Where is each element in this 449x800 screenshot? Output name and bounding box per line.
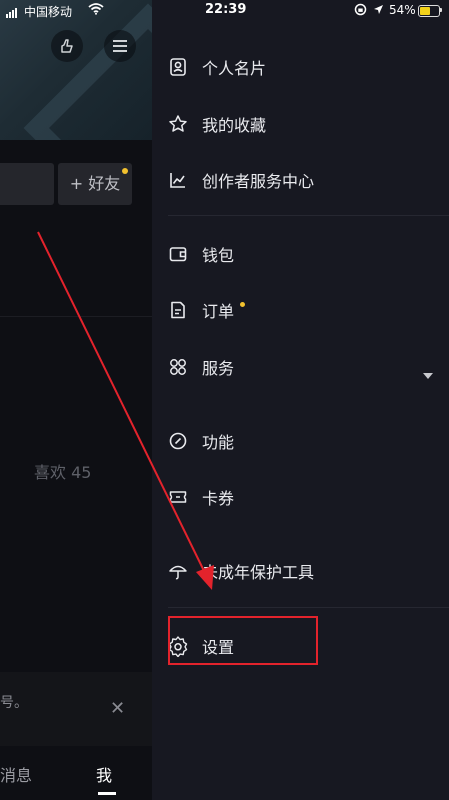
notice-text: 号。 bbox=[0, 695, 28, 711]
carrier-label: 中国移动 bbox=[24, 5, 73, 19]
menu-item-creator-center[interactable]: 创作者服务中心 bbox=[152, 160, 449, 200]
hand-icon bbox=[61, 39, 73, 53]
menu-label: 我的收藏 bbox=[202, 116, 267, 135]
menu-item-favorites[interactable]: 我的收藏 bbox=[152, 104, 449, 144]
menu-item-orders[interactable]: 订单 bbox=[152, 290, 449, 330]
add-friend-button[interactable]: + 好友 bbox=[58, 163, 132, 205]
battery-percent: 54% bbox=[389, 3, 416, 17]
menu-label: 卡券 bbox=[202, 489, 235, 508]
clock: 22:39 bbox=[205, 2, 247, 17]
link-icon bbox=[166, 429, 190, 453]
menu-label: 创作者服务中心 bbox=[202, 172, 315, 191]
menu-label: 个人名片 bbox=[202, 59, 267, 78]
edit-profile-button[interactable] bbox=[0, 163, 54, 205]
wallet-icon bbox=[166, 242, 190, 266]
close-icon[interactable]: ✕ bbox=[110, 700, 125, 718]
profile-page-background: + 好友 喜欢 45 号。 ✕ 消息 我 bbox=[0, 0, 152, 800]
orders-badge-dot bbox=[240, 302, 245, 307]
menu-label: 订单 bbox=[202, 302, 235, 321]
menu-item-services[interactable]: 服务 bbox=[152, 347, 449, 387]
friend-badge-dot bbox=[122, 168, 128, 174]
hamburger-icon bbox=[113, 40, 127, 52]
menu-divider bbox=[168, 215, 449, 216]
orientation-lock-icon bbox=[354, 3, 367, 19]
menu-label: 未成年保护工具 bbox=[202, 563, 315, 582]
menu-item-features[interactable]: 功能 bbox=[152, 421, 449, 461]
document-icon bbox=[166, 298, 190, 322]
chart-line-icon bbox=[166, 168, 190, 192]
side-drawer: 个人名片 我的收藏 创作者服务中心 钱包 订单 服务 功能 卡券 未成年保护工具… bbox=[152, 0, 449, 800]
battery-level bbox=[420, 7, 430, 15]
ticket-icon bbox=[166, 485, 190, 509]
active-tab-indicator bbox=[98, 792, 116, 795]
battery-cap bbox=[440, 8, 442, 12]
tab-me[interactable]: 我 bbox=[96, 762, 112, 786]
menu-item-profile-card[interactable]: 个人名片 bbox=[152, 47, 449, 87]
grid-icon bbox=[166, 355, 190, 379]
battery-icon bbox=[418, 5, 440, 17]
status-bar: 中国移动 22:39 54% bbox=[0, 0, 449, 22]
tab-messages[interactable]: 消息 bbox=[0, 762, 32, 786]
umbrella-icon bbox=[166, 559, 190, 583]
menu-label: 服务 bbox=[202, 359, 235, 378]
hand-icon-button[interactable] bbox=[51, 30, 83, 62]
screen: 中国移动 22:39 54% + 好友 喜欢 45 号。 ✕ 消息 我 个人名片… bbox=[0, 0, 449, 800]
menu-item-minor-protection[interactable]: 未成年保护工具 bbox=[152, 551, 449, 591]
menu-button[interactable] bbox=[104, 30, 136, 62]
divider bbox=[0, 316, 152, 317]
likes-tab[interactable]: 喜欢 45 bbox=[34, 459, 91, 483]
menu-item-wallet[interactable]: 钱包 bbox=[152, 234, 449, 274]
menu-label: 功能 bbox=[202, 433, 235, 452]
menu-label: 钱包 bbox=[202, 246, 235, 265]
menu-item-coupons[interactable]: 卡券 bbox=[152, 477, 449, 517]
location-icon bbox=[373, 4, 384, 18]
id-card-icon bbox=[166, 55, 190, 79]
star-icon bbox=[166, 112, 190, 136]
menu-divider bbox=[168, 607, 449, 608]
wifi-icon bbox=[88, 3, 104, 18]
chevron-down-icon[interactable] bbox=[423, 364, 433, 383]
signal-icon bbox=[6, 4, 18, 18]
settings-highlight-box bbox=[168, 616, 318, 665]
